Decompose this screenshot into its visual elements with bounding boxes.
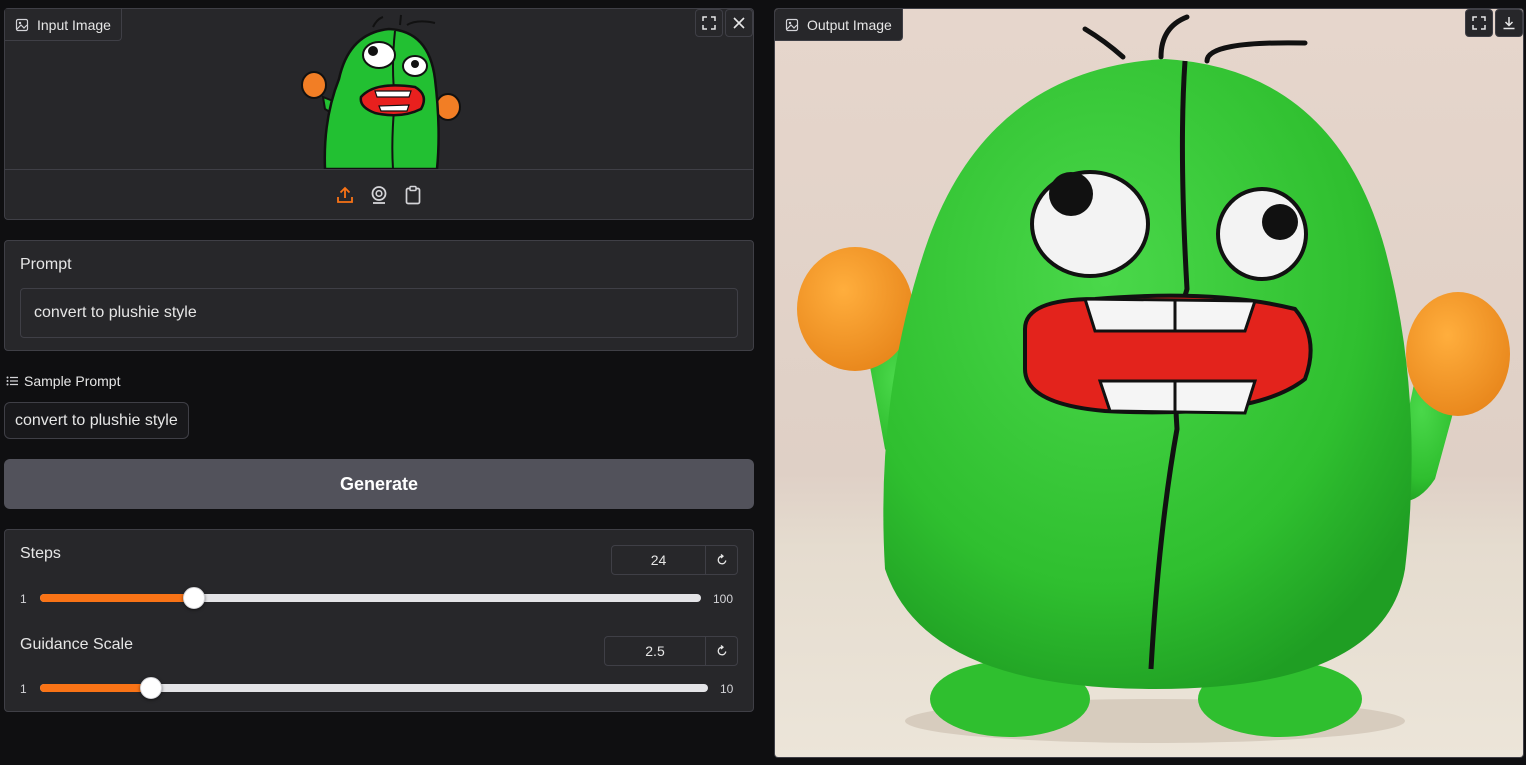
image-icon [15, 18, 29, 31]
guidance-min: 1 [20, 682, 27, 696]
input-image-title: Input Image [37, 16, 111, 33]
webcam-button[interactable] [368, 184, 390, 206]
upload-icon [337, 186, 353, 203]
upload-button[interactable] [334, 184, 356, 206]
guidance-number-input[interactable] [605, 637, 705, 665]
prompt-panel: Prompt [4, 240, 754, 351]
guidance-slider-thumb[interactable] [140, 677, 163, 699]
output-download-button[interactable] [1495, 9, 1523, 37]
list-icon [6, 376, 18, 386]
steps-slider-fill [40, 594, 194, 602]
output-image-title: Output Image [807, 16, 892, 33]
download-icon [1503, 17, 1515, 30]
input-image-panel: Input Image [4, 8, 754, 220]
fullscreen-icon [1472, 16, 1486, 30]
input-image-label: Input Image [5, 9, 122, 41]
prompt-input[interactable] [20, 288, 738, 338]
guidance-slider-fill [40, 684, 152, 692]
reset-icon [717, 554, 726, 565]
guidance-slider-track[interactable] [40, 677, 708, 699]
steps-slider-track[interactable] [40, 587, 701, 609]
clipboard-icon [405, 185, 421, 204]
steps-max: 100 [713, 592, 734, 606]
sample-prompt-header: Sample Prompt [6, 373, 120, 389]
clipboard-button[interactable] [402, 184, 424, 206]
fullscreen-icon [702, 16, 716, 30]
input-clear-button[interactable] [725, 9, 753, 37]
guidance-number-box [604, 636, 738, 666]
output-image-panel: Output Image [774, 8, 1524, 758]
close-icon [733, 17, 745, 29]
controls-panel: Steps 1 100 Guidance Scale 1 10 [4, 529, 754, 712]
image-icon [785, 18, 799, 31]
steps-number-box [611, 545, 738, 575]
output-fullscreen-button[interactable] [1465, 9, 1493, 37]
steps-min: 1 [20, 592, 27, 606]
sample-prompt-chip[interactable]: convert to plushie style [4, 402, 189, 439]
input-source-toolbar [5, 169, 753, 219]
input-fullscreen-button[interactable] [695, 9, 723, 37]
sample-prompt-title: Sample Prompt [24, 373, 121, 389]
reset-icon [717, 645, 726, 656]
output-plushie-image [775, 9, 1523, 757]
webcam-icon [371, 185, 387, 204]
steps-slider-thumb[interactable] [182, 587, 205, 609]
output-image-preview [775, 9, 1523, 757]
guidance-label: Guidance Scale [20, 636, 133, 653]
guidance-reset-button[interactable] [705, 637, 737, 665]
steps-label: Steps [20, 545, 61, 562]
output-image-label: Output Image [775, 9, 903, 41]
prompt-label: Prompt [20, 256, 72, 273]
generate-button[interactable]: Generate [4, 459, 754, 509]
steps-number-input[interactable] [612, 546, 705, 574]
guidance-max: 10 [720, 682, 734, 696]
steps-reset-button[interactable] [705, 546, 737, 574]
